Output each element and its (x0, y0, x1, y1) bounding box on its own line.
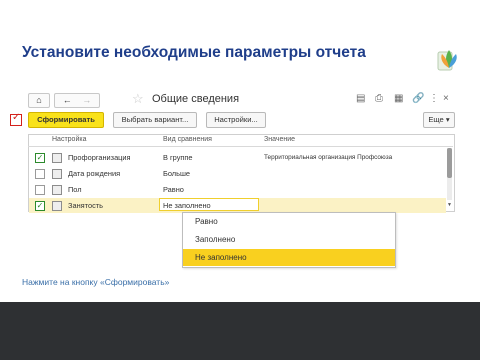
setting-name: Профорганизация (68, 153, 131, 162)
step-marker-checkbox: ✓ (10, 112, 22, 126)
comparison-type[interactable]: В группе (163, 153, 193, 162)
scroll-down-arrow-icon[interactable]: ▼ (447, 202, 452, 208)
setting-icon (52, 201, 62, 211)
favorite-star-icon[interactable]: ☆ (132, 91, 144, 107)
comparison-type[interactable]: Больше (163, 169, 190, 178)
setting-value[interactable]: Территориальная организация Профсоюза (264, 154, 392, 161)
table-row[interactable]: Дата рождения Больше (29, 166, 446, 181)
back-forward-buttons[interactable]: ← → (54, 93, 100, 108)
setting-icon (52, 185, 62, 195)
row-checkbox[interactable]: ✓ (35, 201, 45, 211)
dropdown-option-selected[interactable]: Не заполнено (183, 249, 395, 266)
instruction-caption: Нажмите на кнопку «Сформировать» (22, 277, 170, 287)
comparison-type-editor[interactable]: Не заполнено (159, 198, 259, 211)
report-window: ⌂ ← → ☆ Общие сведения ▤ ⎙ ▦ 🔗 ⋮ × Сформ… (28, 88, 458, 213)
setting-icon (52, 169, 62, 179)
setting-name: Пол (68, 185, 82, 194)
home-button[interactable]: ⌂ (28, 93, 50, 108)
print-icon[interactable]: ⎙ (375, 93, 383, 104)
comparison-type[interactable]: Равно (163, 185, 184, 194)
row-checkbox[interactable]: ✓ (35, 153, 45, 163)
more-icon[interactable]: ⋮ (429, 93, 439, 104)
home-icon: ⌂ (36, 95, 42, 105)
dropdown-option[interactable]: Равно (183, 213, 395, 230)
table-row-selected[interactable]: ✓ Занятость Не заполнено (29, 198, 446, 213)
column-header-comparison[interactable]: Вид сравнения (163, 136, 212, 143)
row-checkbox[interactable] (35, 185, 45, 195)
column-header-setting[interactable]: Настройка (52, 136, 86, 143)
more-button[interactable]: Еще ▾ (423, 112, 455, 128)
comparison-dropdown-list: Равно Заполнено Не заполнено (182, 212, 396, 268)
forward-icon[interactable]: → (82, 95, 91, 105)
setting-name: Занятость (68, 201, 104, 210)
row-checkbox[interactable] (35, 169, 45, 179)
settings-button[interactable]: Настройки... (206, 112, 266, 128)
choose-variant-button[interactable]: Выбрать вариант... (113, 112, 197, 128)
generate-button[interactable]: Сформировать (28, 112, 104, 128)
back-icon[interactable]: ← (63, 95, 72, 105)
close-icon[interactable]: × (443, 93, 449, 104)
table-row[interactable]: Пол Равно (29, 182, 446, 197)
preview-icon[interactable]: ▦ (394, 93, 403, 104)
setting-name: Дата рождения (68, 169, 121, 178)
link-icon[interactable]: 🔗 (412, 93, 424, 104)
table-row[interactable]: ✓ Профорганизация В группе Территориальн… (29, 150, 446, 165)
column-header-value[interactable]: Значение (264, 136, 295, 143)
save-icon[interactable]: ▤ (356, 93, 365, 104)
table-scrollbar[interactable] (447, 148, 452, 200)
slide: Установите необходимые параметры отчета … (0, 0, 480, 302)
header-divider (28, 146, 453, 147)
scrollbar-thumb[interactable] (447, 148, 452, 178)
setting-icon (52, 153, 62, 163)
dropdown-option[interactable]: Заполнено (183, 231, 395, 248)
bottom-bar (0, 302, 480, 360)
profsoyuz-logo (437, 50, 457, 71)
slide-title: Установите необходимые параметры отчета (22, 44, 366, 61)
window-title: Общие сведения (152, 93, 240, 105)
